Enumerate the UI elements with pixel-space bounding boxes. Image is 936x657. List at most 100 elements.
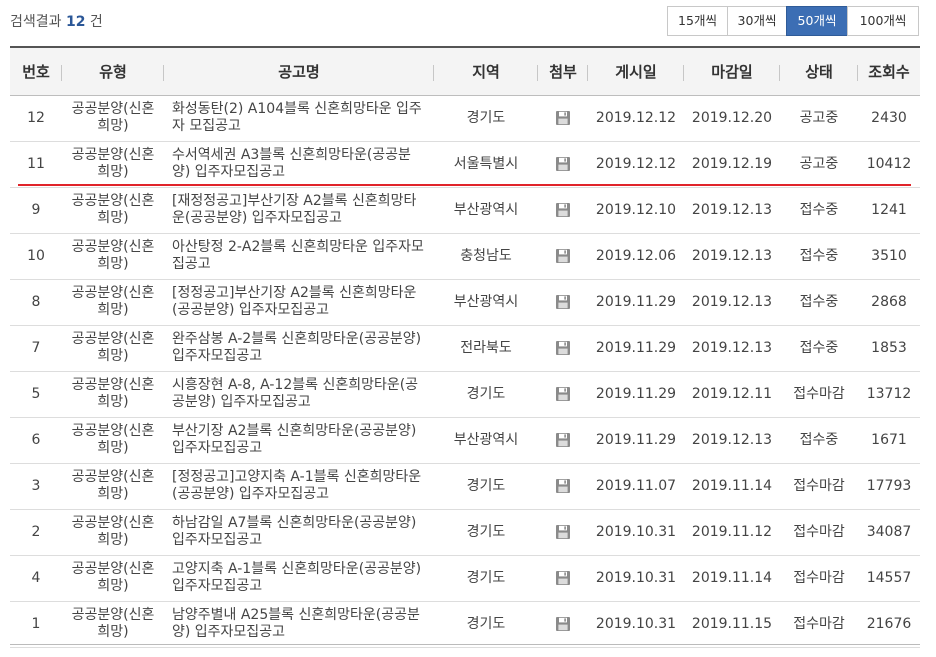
row-number: 7: [10, 325, 62, 372]
table-row[interactable]: 4 공공분양(신혼희망) 고양지축 A-1블록 신혼희망타운(공공분양) 입주자…: [10, 555, 920, 602]
row-attachment[interactable]: [538, 279, 588, 326]
row-views: 13712: [858, 371, 920, 418]
row-views: 1853: [858, 325, 920, 372]
row-posted-date: 2019.12.12: [588, 141, 684, 188]
row-status: 공고중: [780, 141, 858, 188]
row-attachment[interactable]: [538, 509, 588, 556]
row-deadline: 2019.12.19: [684, 141, 780, 188]
row-attachment[interactable]: [538, 95, 588, 142]
row-posted-date: 2019.11.29: [588, 279, 684, 326]
row-attachment[interactable]: [538, 417, 588, 464]
row-attachment[interactable]: [538, 555, 588, 602]
row-status: 접수마감: [780, 463, 858, 510]
row-status: 접수중: [780, 279, 858, 326]
floppy-disk-icon[interactable]: [555, 202, 571, 218]
row-title-link[interactable]: [정정공고]부산기장 A2블록 신혼희망타운(공공분양) 입주자모집공고: [164, 279, 434, 326]
header-deadline: 마감일: [684, 46, 780, 96]
row-title-link[interactable]: 아산탕정 2-A2블록 신혼희망타운 입주자모집공고: [164, 233, 434, 280]
page-size-selector: 15개씩 30개씩 50개씩 100개씩: [667, 6, 919, 36]
row-attachment[interactable]: [538, 141, 588, 188]
row-title-link[interactable]: 고양지축 A-1블록 신혼희망타운(공공분양) 입주자모집공고: [164, 555, 434, 602]
table-row[interactable]: 7 공공분양(신혼희망) 완주삼봉 A-2블록 신혼희망타운(공공분양) 입주자…: [10, 325, 920, 372]
result-count-prefix: 검색결과: [10, 14, 62, 30]
floppy-disk-icon[interactable]: [555, 386, 571, 402]
row-status: 공고중: [780, 95, 858, 142]
row-region: 경기도: [434, 509, 538, 556]
table-row[interactable]: 5 공공분양(신혼희망) 시흥장현 A-8, A-12블록 신혼희망타운(공공분…: [10, 371, 920, 418]
row-deadline: 2019.12.13: [684, 325, 780, 372]
floppy-disk-icon[interactable]: [555, 478, 571, 494]
table-header: 번호 유형 공고명 지역 첨부 게시일 마감일 상태 조회수: [10, 46, 920, 96]
table-row[interactable]: 1 공공분양(신혼희망) 남양주별내 A25블록 신혼희망타운(공공분양) 입주…: [10, 601, 920, 648]
row-title-link[interactable]: 수서역세권 A3블록 신혼희망타운(공공분양) 입주자모집공고: [164, 141, 434, 188]
row-attachment[interactable]: [538, 463, 588, 510]
table-row[interactable]: 11 공공분양(신혼희망) 수서역세권 A3블록 신혼희망타운(공공분양) 입주…: [10, 141, 920, 188]
floppy-disk-icon[interactable]: [555, 248, 571, 264]
row-region: 경기도: [434, 463, 538, 510]
row-posted-date: 2019.10.31: [588, 509, 684, 556]
floppy-disk-icon[interactable]: [555, 340, 571, 356]
row-type: 공공분양(신혼희망): [62, 463, 164, 510]
row-title-link[interactable]: 하남감일 A7블록 신혼희망타운(공공분양) 입주자모집공고: [164, 509, 434, 556]
row-status: 접수마감: [780, 555, 858, 602]
row-posted-date: 2019.11.29: [588, 371, 684, 418]
row-number: 11: [10, 141, 62, 188]
row-views: 2430: [858, 95, 920, 142]
row-deadline: 2019.11.15: [684, 601, 780, 648]
row-title-link[interactable]: 완주삼봉 A-2블록 신혼희망타운(공공분양) 입주자모집공고: [164, 325, 434, 372]
header-attachment: 첨부: [538, 46, 588, 96]
row-posted-date: 2019.12.12: [588, 95, 684, 142]
row-posted-date: 2019.11.07: [588, 463, 684, 510]
table-row[interactable]: 9 공공분양(신혼희망) [재정정공고]부산기장 A2블록 신혼희망타운(공공분…: [10, 187, 920, 234]
row-region: 서울특별시: [434, 141, 538, 188]
floppy-disk-icon[interactable]: [555, 294, 571, 310]
result-count: 검색결과 12 건: [10, 11, 103, 31]
row-status: 접수중: [780, 187, 858, 234]
page-size-50-button[interactable]: 50개씩: [786, 6, 848, 36]
row-views: 1671: [858, 417, 920, 464]
row-attachment[interactable]: [538, 233, 588, 280]
page-size-15-button[interactable]: 15개씩: [667, 6, 728, 36]
row-status: 접수중: [780, 233, 858, 280]
table-row[interactable]: 3 공공분양(신혼희망) [정정공고]고양지축 A-1블록 신혼희망타운(공공분…: [10, 463, 920, 510]
table-row[interactable]: 6 공공분양(신혼희망) 부산기장 A2블록 신혼희망타운(공공분양) 입주자모…: [10, 417, 920, 464]
highlight-underline: [18, 184, 911, 186]
row-attachment[interactable]: [538, 325, 588, 372]
row-posted-date: 2019.12.10: [588, 187, 684, 234]
floppy-disk-icon[interactable]: [555, 570, 571, 586]
page-size-30-button[interactable]: 30개씩: [727, 6, 787, 36]
row-status: 접수마감: [780, 371, 858, 418]
row-deadline: 2019.11.14: [684, 463, 780, 510]
row-deadline: 2019.11.14: [684, 555, 780, 602]
floppy-disk-icon[interactable]: [555, 432, 571, 448]
table-row[interactable]: 10 공공분양(신혼희망) 아산탕정 2-A2블록 신혼희망타운 입주자모집공고…: [10, 233, 920, 280]
row-type: 공공분양(신혼희망): [62, 371, 164, 418]
header-views: 조회수: [858, 46, 920, 96]
table-row[interactable]: 8 공공분양(신혼희망) [정정공고]부산기장 A2블록 신혼희망타운(공공분양…: [10, 279, 920, 326]
row-status: 접수중: [780, 417, 858, 464]
row-title-link[interactable]: 화성동탄(2) A104블록 신혼희망타운 입주자 모집공고: [164, 95, 434, 142]
row-posted-date: 2019.12.06: [588, 233, 684, 280]
row-title-link[interactable]: 남양주별내 A25블록 신혼희망타운(공공분양) 입주자모집공고: [164, 601, 434, 648]
floppy-disk-icon[interactable]: [555, 110, 571, 126]
table-row[interactable]: 2 공공분양(신혼희망) 하남감일 A7블록 신혼희망타운(공공분양) 입주자모…: [10, 509, 920, 556]
floppy-disk-icon[interactable]: [555, 156, 571, 172]
row-title-link[interactable]: [정정공고]고양지축 A-1블록 신혼희망타운(공공분양) 입주자모집공고: [164, 463, 434, 510]
floppy-disk-icon[interactable]: [555, 616, 571, 632]
row-region: 경기도: [434, 601, 538, 648]
header-title: 공고명: [164, 46, 434, 96]
row-posted-date: 2019.10.31: [588, 555, 684, 602]
row-attachment[interactable]: [538, 601, 588, 648]
page-size-100-button[interactable]: 100개씩: [847, 6, 919, 36]
floppy-disk-icon[interactable]: [555, 524, 571, 540]
result-count-suffix: 건: [89, 14, 103, 30]
row-title-link[interactable]: [재정정공고]부산기장 A2블록 신혼희망타운(공공분양) 입주자모집공고: [164, 187, 434, 234]
row-attachment[interactable]: [538, 371, 588, 418]
table-row[interactable]: 12 공공분양(신혼희망) 화성동탄(2) A104블록 신혼희망타운 입주자 …: [10, 95, 920, 142]
row-type: 공공분양(신혼희망): [62, 555, 164, 602]
row-title-link[interactable]: 부산기장 A2블록 신혼희망타운(공공분양) 입주자모집공고: [164, 417, 434, 464]
row-title-link[interactable]: 시흥장현 A-8, A-12블록 신혼희망타운(공공분양) 입주자모집공고: [164, 371, 434, 418]
row-attachment[interactable]: [538, 187, 588, 234]
row-number: 4: [10, 555, 62, 602]
header-posted-date: 게시일: [588, 46, 684, 96]
